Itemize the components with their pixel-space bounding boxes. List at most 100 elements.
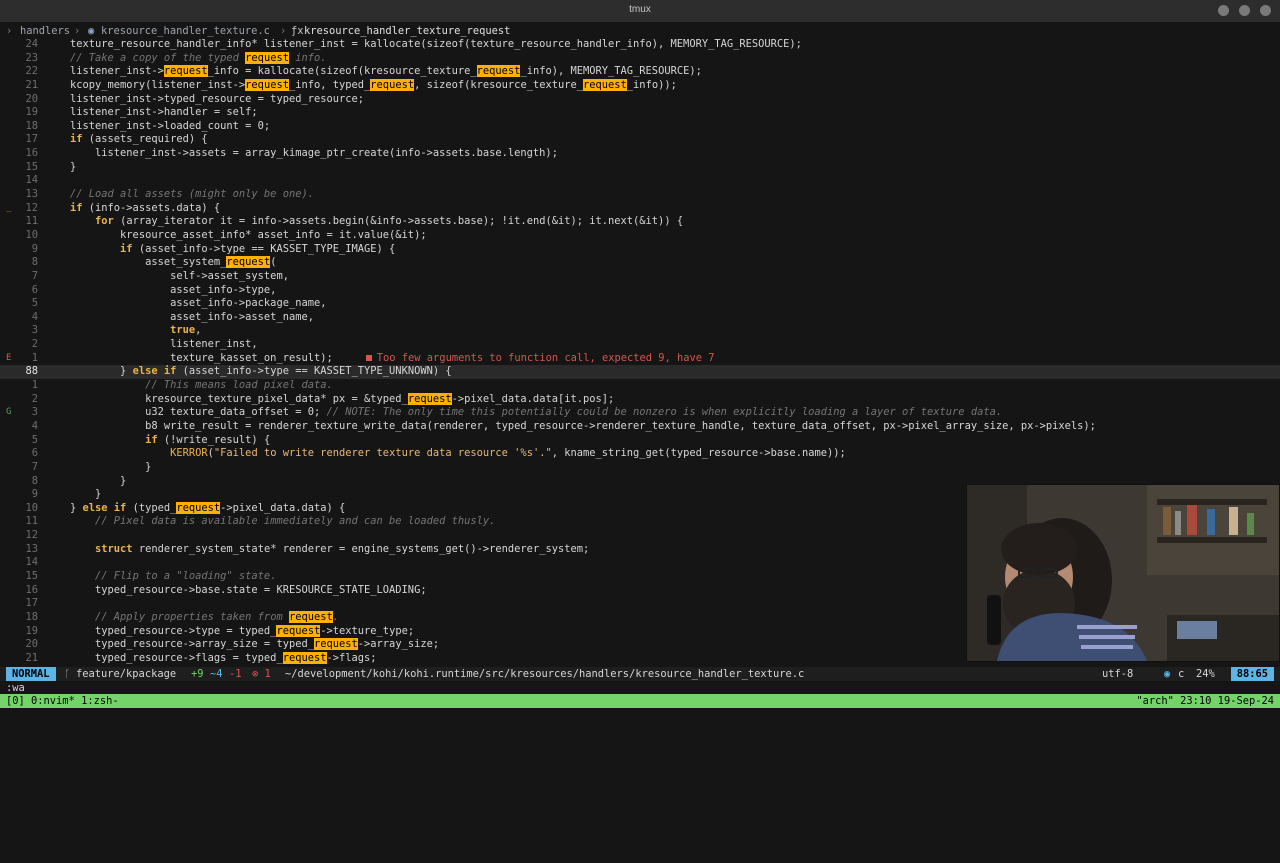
minimize-icon[interactable]: [1218, 5, 1229, 16]
code-line[interactable]: 16 listener_inst->assets = array_kimage_…: [0, 147, 1280, 161]
code-text: listener_inst->typed_resource = typed_re…: [70, 93, 364, 107]
git-branch[interactable]: feature/kpackage: [76, 667, 176, 681]
git-removed: -1: [229, 668, 242, 680]
line-number: 12: [25, 529, 38, 542]
code-text: listener_inst->request_info = kallocate(…: [70, 65, 702, 79]
code-line[interactable]: 6 KERROR("Failed to write renderer textu…: [0, 447, 1280, 461]
code-token: // Take a copy of the typed: [70, 51, 246, 64]
code-line[interactable]: E 1 texture_kasset_on_result); Too few arg…: [0, 352, 1280, 366]
code-line[interactable]: 7 }: [0, 461, 1280, 475]
search-match: request: [407, 392, 452, 405]
maximize-icon[interactable]: [1239, 5, 1250, 16]
line-number: 18: [25, 610, 38, 623]
code-token: (: [270, 256, 277, 269]
code-line[interactable]: 24 texture_resource_handler_info* listene…: [0, 38, 1280, 52]
code-token: (asset_info->type == KASSET_TYPE_UNKNOWN…: [176, 365, 452, 378]
code-token: // NOTE: The only time this potentially …: [326, 406, 1003, 419]
code-text: asset_system_request(: [70, 256, 276, 270]
line-number: 15: [25, 569, 38, 582]
code-line[interactable]: 4 b8 write_result = renderer_texture_wri…: [0, 420, 1280, 434]
code-text: b8 write_result = renderer_texture_write…: [70, 420, 1096, 434]
code-token: asset_info->package_name,: [70, 297, 327, 310]
code-text: listener_inst->assets = array_kimage_ptr…: [70, 147, 558, 161]
code-line[interactable]: G 3 u32 texture_data_offset = 0; // NOTE:…: [0, 406, 1280, 420]
code-line[interactable]: 1 // This means load pixel data.: [0, 379, 1280, 393]
line-number: 14: [25, 556, 38, 569]
webcam-image: [967, 485, 1279, 661]
code-token: typed_resource->base.state = KRESOURCE_S…: [70, 583, 427, 596]
code-token: ->pixel_data.data[it.pos];: [451, 392, 615, 405]
code-line[interactable]: 18 listener_inst->loaded_count = 0;: [0, 120, 1280, 134]
code-line[interactable]: 23 // Take a copy of the typed request in…: [0, 51, 1280, 66]
error-sign-icon: E: [6, 352, 12, 363]
code-line[interactable]: 88 } else if (asset_info->type == KASSET…: [0, 365, 1280, 380]
code-line[interactable]: 6 asset_info->type,: [0, 284, 1280, 298]
code-line[interactable]: 5 asset_info->package_name,: [0, 297, 1280, 311]
error-count[interactable]: ⊗ 1: [252, 667, 271, 681]
command-line[interactable]: :wa: [6, 682, 25, 694]
code-line[interactable]: 4 asset_info->asset_name,: [0, 311, 1280, 325]
code-line[interactable]: 17 if (assets_required) {: [0, 133, 1280, 147]
code-token: if: [70, 133, 83, 146]
breadcrumb-file[interactable]: kresource_handler_texture.c: [101, 24, 270, 38]
code-line[interactable]: 20 listener_inst->typed_resource = typed_…: [0, 93, 1280, 107]
code-token: asset_info->type,: [70, 283, 277, 296]
code-line[interactable]: 3 true,: [0, 324, 1280, 338]
git-changed: ~4: [210, 668, 223, 680]
search-match: request: [163, 65, 208, 78]
diagnostic-text: Too few arguments to function call, expe…: [376, 351, 715, 364]
code-token: else if: [132, 365, 177, 378]
code-line[interactable]: 2 listener_inst,: [0, 338, 1280, 352]
line-number: 4: [31, 310, 38, 323]
code-token: (typed_: [126, 501, 177, 514]
code-token: ->flags;: [326, 651, 377, 664]
line-number: 10: [25, 228, 38, 241]
code-line[interactable]: 15}: [0, 161, 1280, 175]
line-number: 12: [25, 201, 38, 214]
line-number: 11: [25, 515, 38, 528]
code-text: }: [70, 161, 76, 175]
code-text: // Flip to a "loading" state.: [70, 570, 276, 584]
code-line[interactable]: 10 kresource_asset_info* asset_info = it…: [0, 229, 1280, 243]
code-line[interactable]: 2 kresource_texture_pixel_data* px = &ty…: [0, 392, 1280, 407]
filetype-icon: ◉: [1164, 668, 1171, 680]
breadcrumb-folder[interactable]: handlers: [20, 24, 70, 38]
code-line[interactable]: 7 self->asset_system,: [0, 270, 1280, 284]
line-number: 1: [31, 351, 38, 364]
line-number: 24: [25, 38, 38, 50]
code-line[interactable]: 19 listener_inst->handler = self;: [0, 106, 1280, 120]
code-token: listener_inst,: [70, 338, 258, 351]
code-token: (assets_required) {: [82, 133, 208, 146]
line-number: 20: [25, 92, 38, 105]
code-token: // Apply properties taken from: [95, 610, 289, 623]
code-token: if: [70, 201, 83, 214]
code-token: }: [70, 160, 77, 173]
code-line[interactable]: _ 12 if (info->assets.data) {: [0, 202, 1280, 216]
c-file-icon: ◉: [88, 25, 95, 37]
code-text: true,: [70, 324, 201, 338]
close-icon[interactable]: [1260, 5, 1271, 16]
code-line[interactable]: 22 listener_inst->request_info = kallocat…: [0, 65, 1280, 79]
code-token: _info));: [626, 78, 677, 91]
code-text: if (asset_info->type == KASSET_TYPE_IMAG…: [70, 243, 395, 257]
line-number: 13: [25, 542, 38, 555]
code-token: if: [120, 242, 133, 255]
code-line[interactable]: 21 kcopy_memory(listener_inst->request_in…: [0, 78, 1280, 93]
code-token: for: [95, 215, 114, 228]
code-line[interactable]: 8 asset_system_request(: [0, 256, 1280, 270]
code-line[interactable]: 5 if (!write_result) {: [0, 434, 1280, 448]
code-text: KERROR("Failed to write renderer texture…: [70, 447, 846, 461]
code-token: _info, typed_: [288, 78, 371, 91]
tmux-windows[interactable]: [0] 0:nvim* 1:zsh-: [6, 694, 119, 708]
code-token: true: [170, 324, 196, 337]
code-line[interactable]: 14: [0, 174, 1280, 188]
code-line[interactable]: 13 // Load all assets (might only be one)…: [0, 188, 1280, 202]
breadcrumb-function[interactable]: kresource_handler_texture_request: [304, 24, 510, 38]
line-number: 9: [31, 242, 38, 255]
code-token: listener_inst->: [70, 65, 164, 78]
code-line[interactable]: 11 for (array_iterator it = info->assets…: [0, 215, 1280, 229]
code-line[interactable]: 9 if (asset_info->type == KASSET_TYPE_IM…: [0, 243, 1280, 257]
